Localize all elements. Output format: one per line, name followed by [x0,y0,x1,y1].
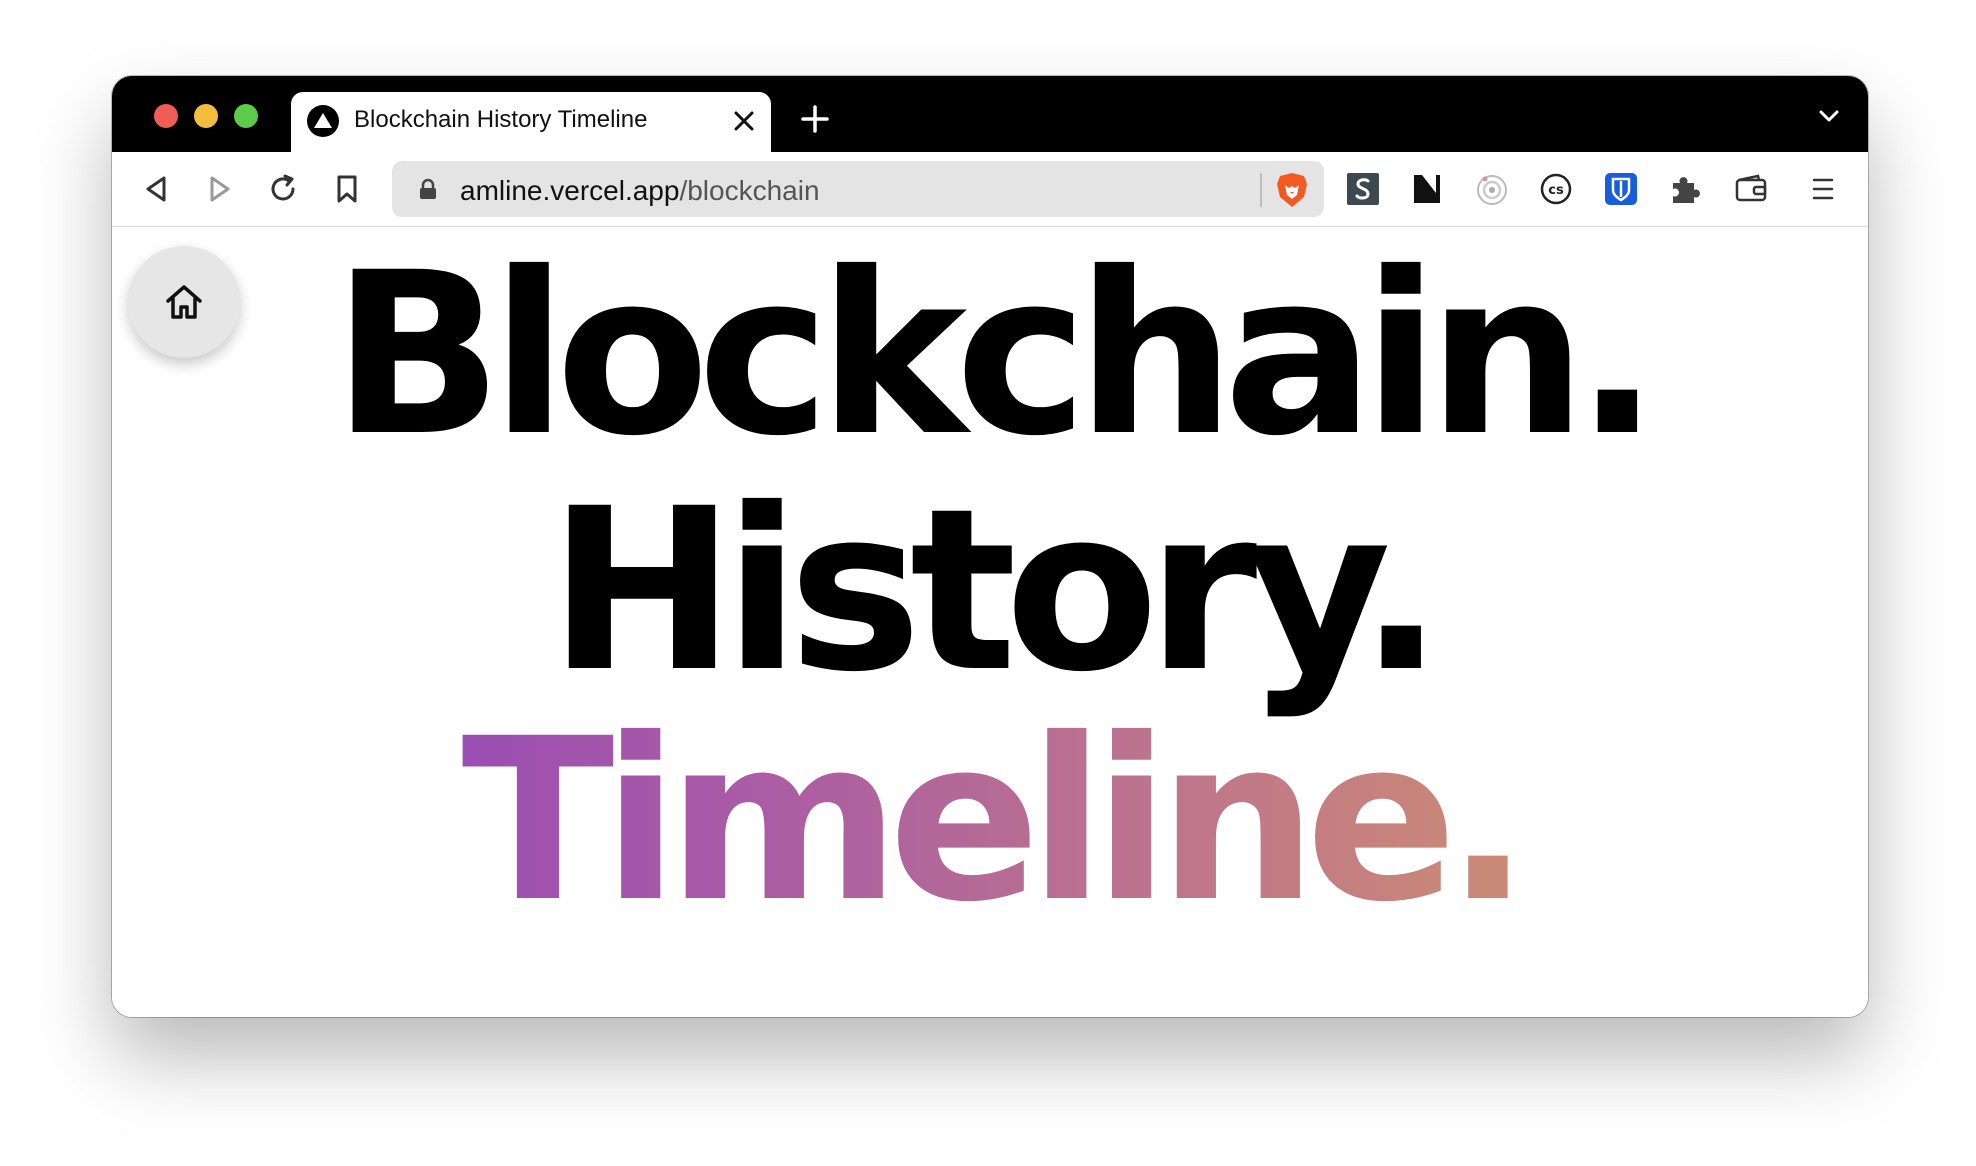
bookmark-icon[interactable] [330,172,364,206]
svg-text:cs: cs [1548,183,1564,198]
url-path: /blockchain [679,175,820,206]
zoom-window-button[interactable] [234,104,258,128]
forward-arrow-icon[interactable] [202,172,236,206]
navigation-toolbar: amline.vercel.app/blockchain cs [112,152,1868,227]
s-extension-icon[interactable] [1346,172,1380,206]
back-arrow-icon[interactable] [140,172,174,206]
browser-window: Blockchain History Timeline amline.verce… [112,76,1868,1017]
url-host: amline.vercel.app [460,175,680,206]
tab-active[interactable]: Blockchain History Timeline [291,92,771,154]
record-icon[interactable] [1475,172,1509,206]
tab-title: Blockchain History Timeline [354,106,648,133]
brave-shields-icon[interactable] [1274,171,1310,209]
headline-blockchain: Blockchain. [332,224,1660,485]
address-bar[interactable]: amline.vercel.app/blockchain [392,161,1324,217]
close-window-button[interactable] [154,104,178,128]
vercel-triangle-icon [307,105,339,137]
minimize-window-button[interactable] [194,104,218,128]
reload-icon[interactable] [266,172,300,206]
address-bar-divider [1260,173,1262,207]
menu-icon[interactable] [1806,172,1840,206]
url-text[interactable]: amline.vercel.app/blockchain [460,175,820,207]
tab-strip: Blockchain History Timeline [112,76,1868,154]
cs-icon[interactable]: cs [1539,172,1573,206]
notion-icon[interactable] [1410,172,1444,206]
puzzle-icon[interactable] [1668,172,1702,206]
new-tab-plus-icon[interactable] [800,104,830,134]
headline-timeline: Timeline. [112,709,1868,933]
chevron-down-icon[interactable] [1816,106,1842,126]
wallet-icon[interactable] [1734,172,1768,206]
page-content: Blockchain. History. Timeline. [112,227,1868,1017]
close-icon[interactable] [731,108,757,134]
lock-icon[interactable] [418,178,438,200]
bitwarden-icon[interactable] [1604,172,1638,206]
headline-history: History. [548,460,1444,721]
